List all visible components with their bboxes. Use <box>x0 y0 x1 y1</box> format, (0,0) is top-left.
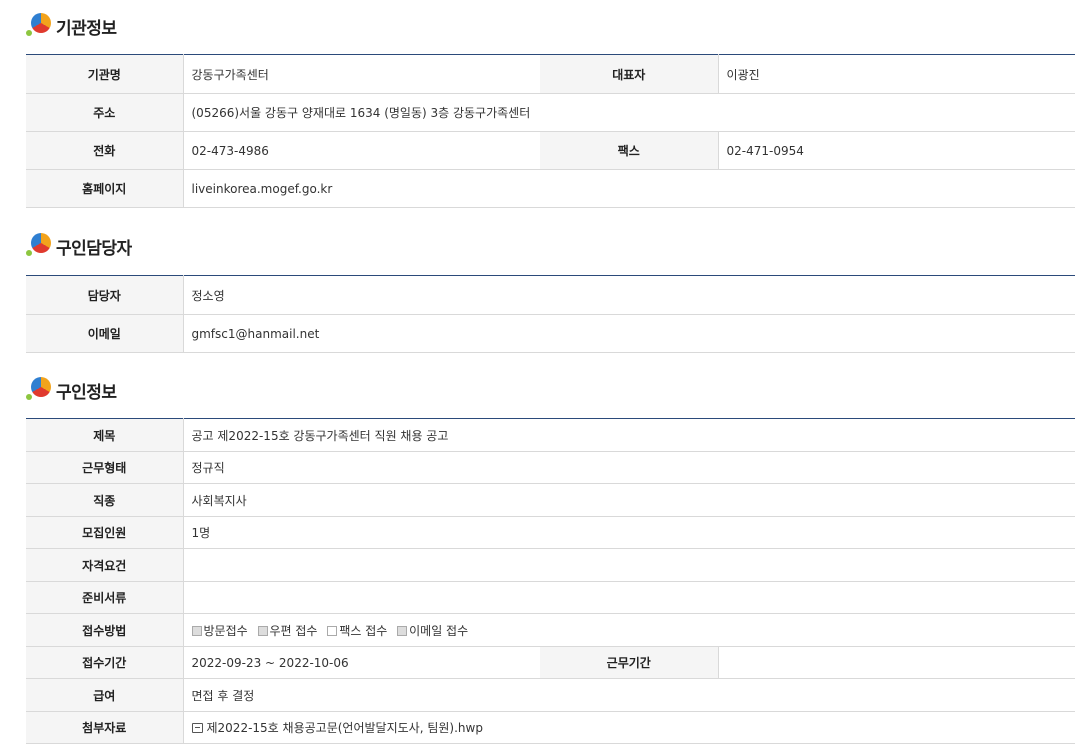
table-row: 주소 (05266)서울 강동구 양재대로 1634 (명일동) 3층 강동구가… <box>26 93 1075 132</box>
table-row: 근무형태 정규직 <box>26 451 1076 484</box>
org-homepage: liveinkorea.mogef.go.kr <box>183 169 1075 208</box>
table-row: 급여 면접 후 결정 <box>26 678 1076 712</box>
checkbox-icon <box>191 625 202 636</box>
field-label: 근무기간 <box>540 646 719 679</box>
method-label: 이메일 접수 <box>409 623 469 638</box>
table-row: 첨부자료 제2022-15호 채용공고문(언어발달지도사, 팀원).hwp <box>26 711 1076 744</box>
table-row: 담당자 정소영 <box>26 275 1075 315</box>
field-label: 준비서류 <box>26 581 184 614</box>
contact-email: gmfsc1@hanmail.net <box>183 314 1075 353</box>
field-label: 접수기간 <box>26 646 184 679</box>
table-row: 이메일 gmfsc1@hanmail.net <box>26 314 1075 353</box>
org-phone: 02-473-4986 <box>183 131 540 170</box>
section-heading: 구인담당자 <box>56 238 132 259</box>
table-row: 준비서류 <box>26 581 1076 614</box>
job-application-period: 2022-09-23 ~ 2022-10-06 <box>183 646 540 679</box>
checkbox-icon <box>257 625 268 636</box>
method-option-visit: 방문접수 <box>191 623 248 638</box>
field-label: 모집인원 <box>26 516 184 549</box>
job-application-methods: 방문접수 우편 접수 팩스 접수 이메일 접수 <box>183 613 1076 647</box>
table-row: 자격요건 <box>26 548 1076 582</box>
table-row: 직종 사회복지사 <box>26 483 1076 517</box>
table-row: 제목 공고 제2022-15호 강동구가족센터 직원 채용 공고 <box>26 418 1076 452</box>
org-info-table: 기관명 강동구가족센터 대표자 이광진 주소 (05266)서울 강동구 양재대… <box>26 54 1075 208</box>
attachment-link[interactable]: 제2022-15호 채용공고문(언어발달지도사, 팀원).hwp <box>207 721 483 735</box>
field-label: 팩스 <box>540 131 719 170</box>
org-representative: 이광진 <box>718 54 1075 94</box>
table-row: 접수기간 2022-09-23 ~ 2022-10-06 근무기간 <box>26 646 1076 679</box>
field-label: 이메일 <box>26 314 184 353</box>
field-label: 첨부자료 <box>26 711 184 744</box>
method-option-email: 이메일 접수 <box>397 624 468 638</box>
section-bullet-icon <box>26 13 52 39</box>
org-name: 강동구가족센터 <box>183 54 540 94</box>
table-row: 전화 02-473-4986 팩스 02-471-0954 <box>26 131 1075 170</box>
job-attachment: 제2022-15호 채용공고문(언어발달지도사, 팀원).hwp <box>183 711 1076 744</box>
contact-person: 정소영 <box>183 275 1075 315</box>
section-heading: 구인정보 <box>56 382 117 403</box>
job-work-period <box>718 646 1076 679</box>
field-label: 직종 <box>26 483 184 517</box>
method-label: 방문접수 <box>203 623 248 638</box>
job-salary: 면접 후 결정 <box>183 678 1076 712</box>
field-label: 급여 <box>26 678 184 712</box>
checkbox-icon <box>327 625 338 636</box>
field-label: 홈페이지 <box>26 169 184 208</box>
org-fax: 02-471-0954 <box>718 131 1075 170</box>
job-headcount: 1명 <box>183 516 1076 549</box>
field-label: 접수방법 <box>26 613 184 647</box>
field-label: 전화 <box>26 131 184 170</box>
table-row: 접수방법 방문접수 우편 접수 팩스 접수 이메일 접수 <box>26 613 1076 647</box>
section-title-job: 구인정보 <box>26 375 117 405</box>
field-label: 근무형태 <box>26 451 184 484</box>
org-address: (05266)서울 강동구 양재대로 1634 (명일동) 3층 강동구가족센터 <box>183 93 1075 132</box>
job-title: 공고 제2022-15호 강동구가족센터 직원 채용 공고 <box>183 418 1076 452</box>
table-row: 모집인원 1명 <box>26 516 1076 549</box>
job-qualifications <box>183 548 1076 582</box>
job-required-documents <box>183 581 1076 614</box>
field-label: 기관명 <box>26 54 184 94</box>
section-bullet-icon <box>26 377 52 403</box>
job-occupation: 사회복지사 <box>183 483 1076 517</box>
contact-info-table: 담당자 정소영 이메일 gmfsc1@hanmail.net <box>26 275 1075 353</box>
table-row: 홈페이지 liveinkorea.mogef.go.kr <box>26 169 1075 208</box>
method-option-fax: 팩스 접수 <box>327 624 387 638</box>
section-title-org: 기관정보 <box>26 11 117 41</box>
section-bullet-icon <box>26 233 52 259</box>
method-label: 팩스 접수 <box>339 623 388 638</box>
method-option-mail: 우편 접수 <box>257 623 318 638</box>
field-label: 제목 <box>26 418 184 452</box>
field-label: 대표자 <box>540 54 719 94</box>
table-row: 기관명 강동구가족센터 대표자 이광진 <box>26 54 1075 94</box>
field-label: 자격요건 <box>26 548 184 582</box>
file-icon <box>191 723 203 733</box>
job-employment-type: 정규직 <box>183 451 1076 484</box>
field-label: 주소 <box>26 93 184 132</box>
section-title-contact: 구인담당자 <box>26 231 132 261</box>
field-label: 담당자 <box>26 275 184 315</box>
checkbox-icon <box>397 625 408 636</box>
method-label: 우편 접수 <box>269 623 318 638</box>
section-heading: 기관정보 <box>56 18 117 39</box>
job-info-table: 제목 공고 제2022-15호 강동구가족센터 직원 채용 공고 근무형태 정규… <box>26 418 1076 744</box>
